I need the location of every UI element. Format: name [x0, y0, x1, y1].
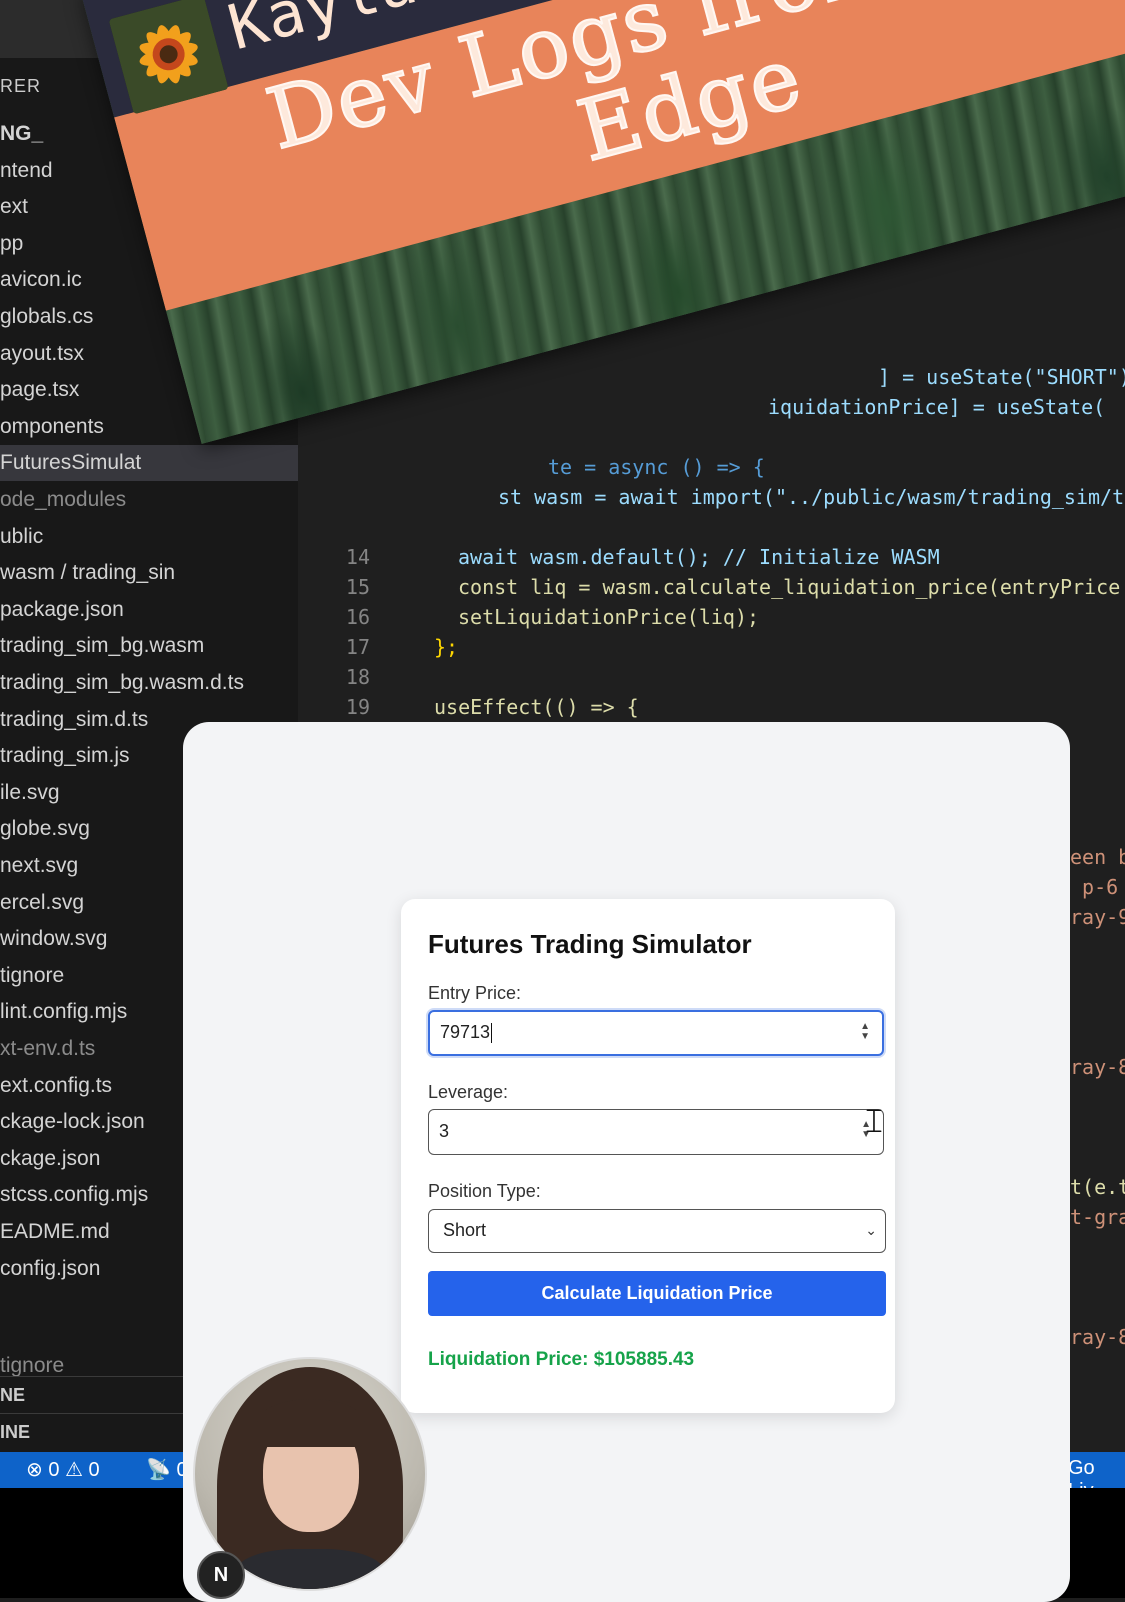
file-item[interactable]: next.svg	[0, 848, 78, 884]
leverage-label: Leverage:	[428, 1082, 509, 1102]
file-item[interactable]: ayout.tsx	[0, 336, 84, 372]
file-item[interactable]: ercel.svg	[0, 885, 84, 921]
file-item[interactable]: omponents	[0, 409, 104, 445]
code-line: iquidationPrice] = useState(	[768, 395, 1106, 419]
file-item[interactable]: EADME.md	[0, 1214, 110, 1250]
file-item[interactable]: ext.config.ts	[0, 1068, 112, 1104]
code-line: const liq = wasm.calculate_liquidation_p…	[458, 575, 1121, 599]
file-item[interactable]: ckage.json	[0, 1141, 100, 1177]
line-number: 15	[345, 575, 370, 599]
file-item[interactable]: ile.svg	[0, 775, 60, 811]
file-item[interactable]: ode_modules	[0, 482, 126, 518]
code-fragment: p-6	[1070, 875, 1119, 899]
code-fragment: t(e.t	[1070, 1175, 1125, 1199]
file-item[interactable]: ntend	[0, 153, 53, 189]
file-item[interactable]: pp	[0, 226, 23, 262]
number-stepper-icon[interactable]: ▲ ▼	[860, 1022, 870, 1042]
leverage-input[interactable]: 3 ▲ ▼	[428, 1109, 884, 1155]
file-item[interactable]: ublic	[0, 519, 43, 555]
position-type-value: Short	[443, 1220, 487, 1240]
position-type-label: Position Type:	[428, 1181, 541, 1201]
line-number: 18	[345, 665, 370, 689]
file-item[interactable]: xt-env.d.ts	[0, 1031, 95, 1067]
entry-price-value: 79713	[440, 1022, 491, 1042]
file-item[interactable]: config.json	[0, 1251, 100, 1287]
code-line: await wasm.default(); // Initialize WASM	[458, 545, 940, 569]
file-item[interactable]: ext	[0, 189, 28, 225]
text-caret	[491, 1023, 493, 1044]
position-type-select[interactable]: Short ⌄	[428, 1209, 886, 1253]
line-number: 19	[345, 695, 370, 719]
line-number: 17	[345, 635, 370, 659]
code-fragment: ray-90	[1070, 905, 1125, 929]
code-line: };	[434, 635, 459, 659]
code-fragment: een bg	[1070, 845, 1125, 869]
file-item[interactable]: trading_sim.d.ts	[0, 702, 148, 738]
presenter-shirt	[235, 1549, 385, 1589]
problems-indicator[interactable]: ⊗ 0 ⚠ 0	[26, 1457, 100, 1482]
file-item[interactable]: globals.cs	[0, 299, 93, 335]
file-item[interactable]: package.json	[0, 592, 124, 628]
code-fragment: t-gra	[1070, 1205, 1125, 1229]
entry-price-label: Entry Price:	[428, 983, 522, 1003]
line-number: 14	[345, 545, 370, 569]
file-item[interactable]: tignore	[0, 958, 64, 994]
nextjs-badge-icon[interactable]: N	[197, 1551, 245, 1599]
ports-indicator[interactable]: 📡 0	[146, 1457, 188, 1482]
file-item[interactable]: FuturesSimulat	[0, 445, 298, 482]
file-item[interactable]: wasm / trading_sin	[0, 555, 175, 591]
file-item[interactable]: trading_sim_bg.wasm.d.ts	[0, 665, 244, 701]
simulator-card: Futures Trading Simulator Entry Price: 7…	[401, 899, 895, 1413]
file-item[interactable]: page.tsx	[0, 372, 79, 408]
file-item[interactable]: avicon.ic	[0, 262, 82, 298]
file-item[interactable]: ckage-lock.json	[0, 1104, 145, 1140]
code-fragment: ray-8	[1070, 1055, 1125, 1079]
line-number: 16	[345, 605, 370, 629]
file-item[interactable]: trading_sim_bg.wasm	[0, 628, 204, 664]
explorer-header: RER	[0, 76, 42, 96]
entry-price-input[interactable]: 79713 ▲ ▼	[428, 1010, 884, 1056]
leverage-value: 3	[439, 1121, 450, 1141]
file-item[interactable]: NG_	[0, 116, 43, 152]
file-item[interactable]: window.svg	[0, 921, 107, 957]
app-title: Futures Trading Simulator	[428, 929, 752, 959]
code-line: useEffect(() => {	[434, 695, 639, 719]
file-item[interactable]: trading_sim.js	[0, 738, 130, 774]
chevron-down-icon: ⌄	[865, 1222, 877, 1238]
code-fragment: ray-8	[1070, 1325, 1125, 1349]
calculate-button[interactable]: Calculate Liquidation Price	[428, 1271, 886, 1316]
file-item[interactable]: globe.svg	[0, 811, 90, 847]
text-cursor-icon: 𝙸	[862, 1102, 886, 1140]
code-line: st wasm = await import("../public/wasm/t…	[498, 485, 1125, 509]
code-line: setLiquidationPrice(liq);	[458, 605, 760, 629]
code-line: ] = useState("SHORT")	[878, 365, 1125, 389]
file-item[interactable]: stcss.config.mjs	[0, 1177, 148, 1213]
liquidation-result: Liquidation Price: $105885.43	[428, 1349, 695, 1370]
file-item[interactable]: lint.config.mjs	[0, 994, 127, 1030]
presenter-bangs	[257, 1399, 365, 1447]
code-line: te = async () => {	[548, 455, 765, 479]
